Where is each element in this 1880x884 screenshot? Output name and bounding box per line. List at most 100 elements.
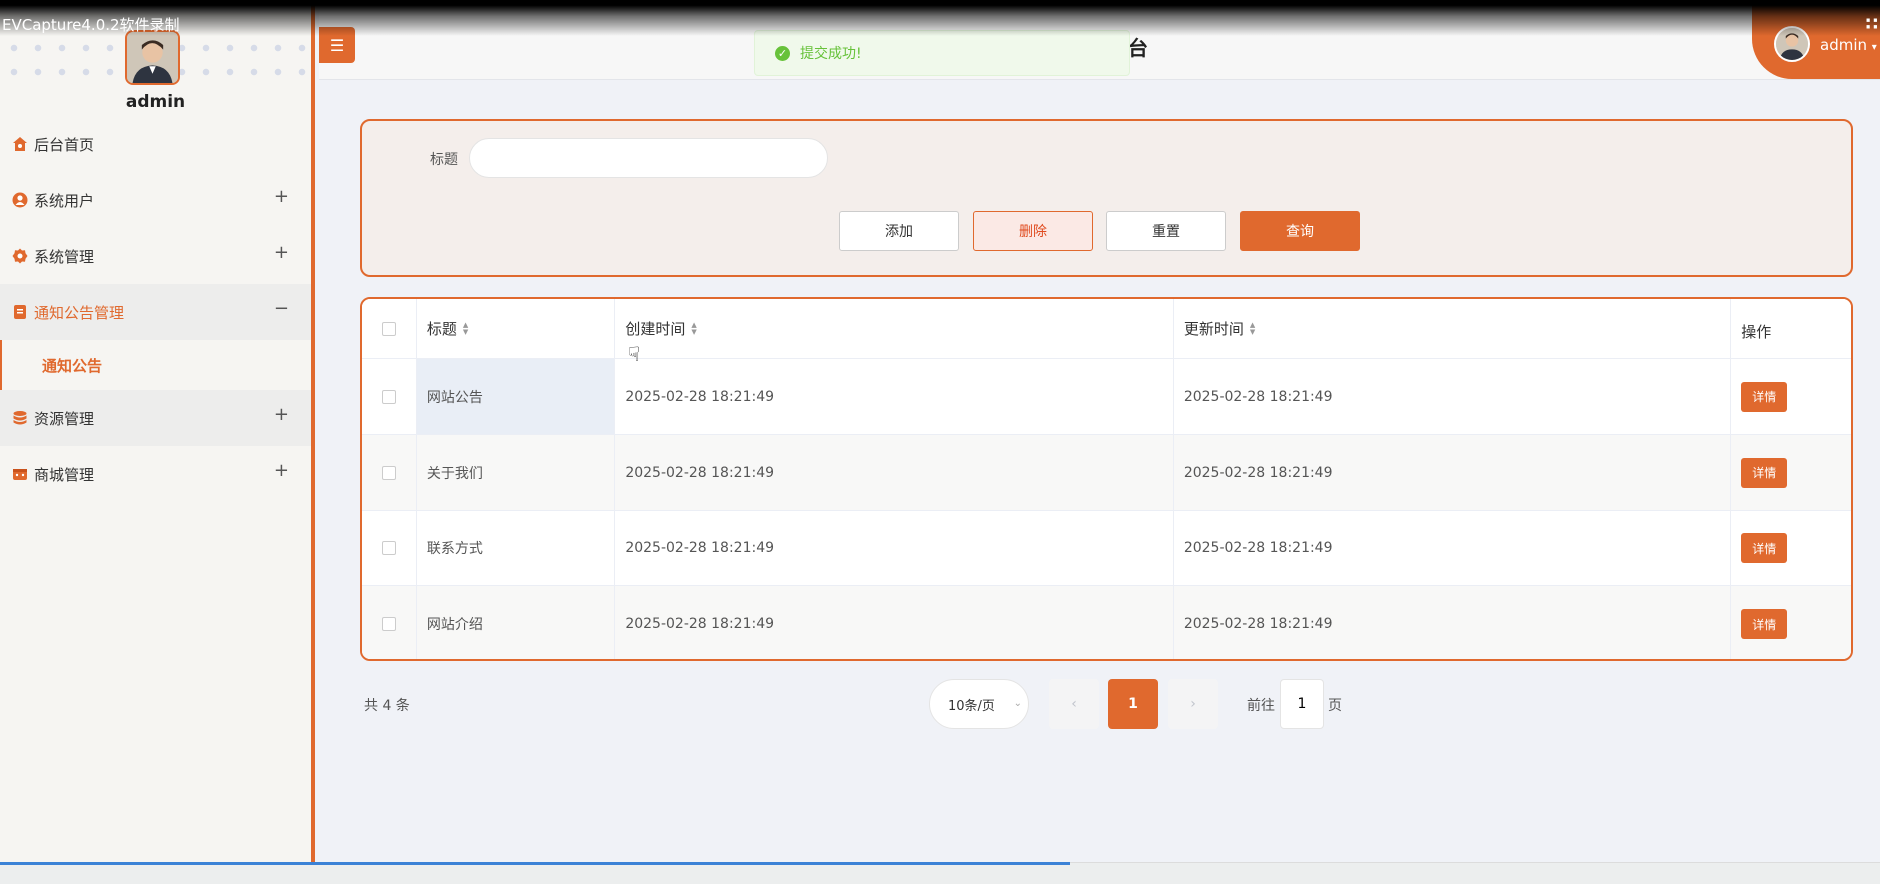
document-icon [12,304,28,320]
sort-icon[interactable]: ▲ ▼ [1250,321,1255,336]
search-panel: 标题 添加 删除 重置 查询 [360,119,1853,277]
page-size-select[interactable]: 10条/页 ⌄ [929,679,1029,729]
user-icon [12,192,28,208]
expand-plus-icon[interactable]: + [274,186,289,207]
expand-plus-icon[interactable]: + [274,242,289,263]
sort-icon[interactable]: ▲ ▼ [691,321,696,336]
database-icon [12,410,28,426]
sidebar-item-label: 通知公告管理 [34,303,125,322]
goto-page-input[interactable] [1280,679,1324,729]
sidebar-item-label: 资源管理 [34,409,95,428]
column-header-updated[interactable]: 更新时间 ▲ ▼ [1173,299,1732,359]
sort-icon[interactable]: ▲ ▼ [463,321,468,336]
chevron-down-icon: ⌄ [1013,698,1022,709]
page-number-button[interactable]: 1 [1108,679,1158,729]
sidebar-item-system-management[interactable]: 系统管理 + [0,228,311,284]
detail-button[interactable]: 详情 [1741,609,1788,639]
cell-title: 联系方式 [416,511,616,586]
sidebar-item-system-users[interactable]: 系统用户 + [0,172,311,228]
detail-button[interactable]: 详情 [1741,533,1788,563]
collapse-minus-icon[interactable]: − [274,298,289,319]
recording-progress-bar [0,862,1070,865]
sidebar-menu: 后台首页 系统用户 + 系统管理 + 通知公告管理 − 通知公告 资源管理 + … [0,116,311,502]
cell-updated: 2025-02-28 18:21:49 [1173,511,1732,586]
column-header-created[interactable]: 创建时间 ▲ ▼ [615,299,1174,359]
check-icon: ✓ [775,45,790,61]
row-checkbox-cell [362,586,417,659]
cell-action: 详情 [1731,359,1851,435]
detail-button[interactable]: 详情 [1741,457,1788,488]
row-checkbox[interactable] [381,389,396,404]
column-header-action: 操作 [1731,299,1851,359]
sidebar-item-home[interactable]: 后台首页 [0,116,311,172]
column-header-label: 更新时间 [1183,320,1244,338]
user-menu[interactable]: admin ▾ [1752,0,1880,79]
sidebar-item-label: 系统用户 [34,191,95,210]
sidebar-username: admin [125,92,186,112]
header-username[interactable]: admin ▾ [1820,36,1877,54]
avatar[interactable] [1774,26,1810,62]
expand-plus-icon[interactable]: + [274,404,289,425]
add-button[interactable]: 添加 [839,211,959,251]
cell-created: 2025-02-28 18:21:49 [615,586,1174,659]
sidebar-subitem-notice[interactable]: 通知公告 [0,340,311,390]
cell-created: 2025-02-28 18:21:49 [615,435,1174,511]
sidebar-item-label: 系统管理 [34,247,95,266]
page-title: 台 [1128,36,1148,60]
menu-toggle-icon[interactable]: ☰ [319,27,355,63]
column-header-label: 标题 [426,320,457,338]
search-title-input[interactable] [469,138,828,178]
detail-button[interactable]: 详情 [1741,381,1788,412]
expand-plus-icon[interactable]: + [274,460,289,481]
row-checkbox[interactable] [381,541,396,555]
row-checkbox-cell [362,359,417,435]
cell-created: 2025-02-28 18:21:49 [615,511,1174,586]
sidebar-avatar [125,30,180,85]
grid-icon[interactable]: ∷ [1865,14,1878,35]
column-header-label: 创建时间 [625,320,686,338]
bottom-taskbar [0,862,1880,884]
table-header-row: 标题 ▲ ▼ 创建时间 ▲ ▼ 更新时间 ▲ ▼ 操作 [362,299,1851,359]
gear-icon [12,248,28,264]
cell-title: 关于我们 [416,435,616,511]
hand-cursor-icon: ☟ [628,342,641,366]
query-button[interactable]: 查询 [1240,211,1360,251]
sidebar-item-shop-management[interactable]: 商城管理 + [0,446,311,502]
cell-updated: 2025-02-28 18:21:49 [1174,586,1732,659]
reset-button[interactable]: 重置 [1106,211,1226,251]
cell-created: 2025-02-28 18:21:49 [615,359,1174,435]
cell-title: 网站介绍 [417,586,616,659]
column-header-title[interactable]: 标题 ▲ ▼ [416,299,616,359]
header-checkbox-cell [362,299,417,359]
shop-icon [12,466,28,482]
column-header-label: 操作 [1741,323,1772,341]
pagination-total: 共 4 条 [364,698,410,714]
sidebar-item-label: 商城管理 [34,465,95,484]
header-username-label: admin [1820,36,1867,54]
row-checkbox[interactable] [381,617,396,631]
sidebar: admin 后台首页 系统用户 + 系统管理 + 通知公告管理 − 通知公告 资… [0,0,315,884]
chevron-down-icon: ▾ [1871,42,1877,53]
row-checkbox-cell [362,435,417,511]
delete-button[interactable]: 删除 [973,211,1093,251]
row-checkbox-cell [362,511,417,586]
goto-label: 前往 [1247,698,1275,714]
home-icon [12,136,28,152]
cell-updated: 2025-02-28 18:21:49 [1173,359,1732,435]
goto-suffix: 页 [1328,698,1342,714]
notice-table: 标题 ▲ ▼ 创建时间 ▲ ▼ 更新时间 ▲ ▼ 操作 网站公告 2025-02-28 18… [360,297,1853,661]
sidebar-item-notice-management[interactable]: 通知公告管理 − [0,284,311,340]
select-all-checkbox[interactable] [381,321,396,336]
cell-title: 网站公告 [416,359,616,435]
cell-action: 详情 [1731,435,1851,511]
next-page-button[interactable]: › [1168,679,1218,729]
prev-page-button[interactable]: ‹ [1049,679,1099,729]
sidebar-item-label: 后台首页 [34,135,95,154]
table-row: 网站公告 2025-02-28 18:21:49 2025-02-28 18:2… [362,359,1851,435]
cell-updated: 2025-02-28 18:21:49 [1173,435,1732,511]
table-row: 网站介绍 2025-02-28 18:21:49 2025-02-28 18:2… [362,586,1851,659]
sidebar-item-resource-management[interactable]: 资源管理 + [0,390,311,446]
row-checkbox[interactable] [381,465,396,480]
page-size-value: 10条/页 [948,698,995,714]
recorder-title: EVCapture4.0.2软件录制 [2,16,180,34]
